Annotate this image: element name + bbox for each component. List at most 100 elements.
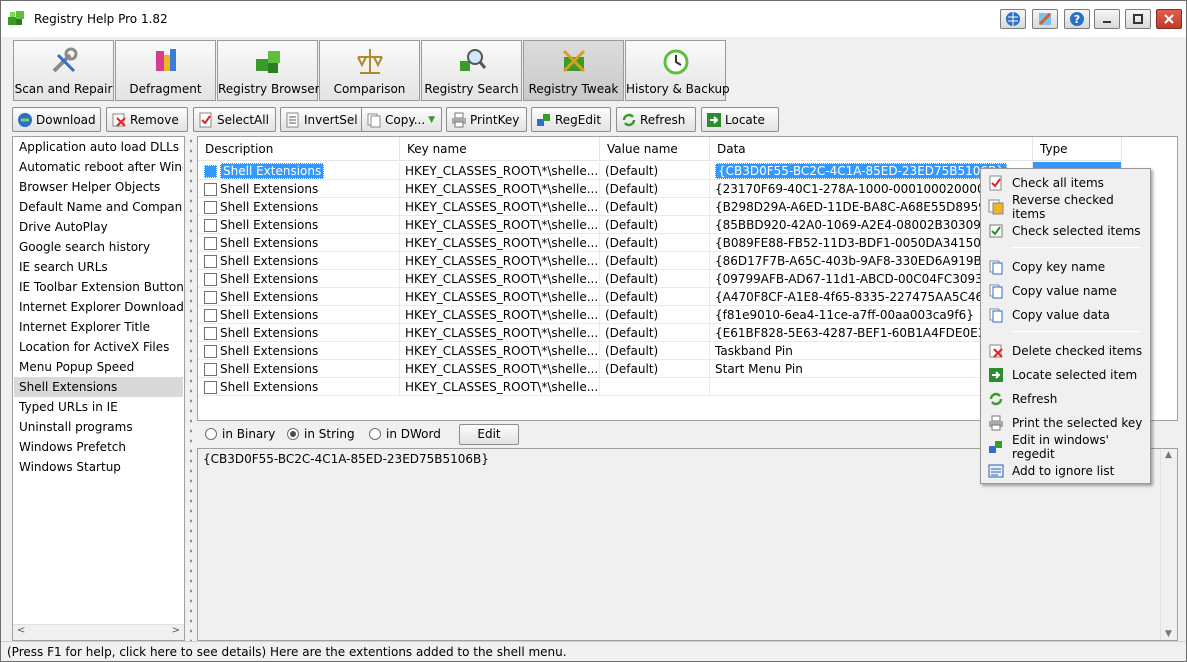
menu-item-locate-selected[interactable]: Locate selected item	[983, 364, 1148, 386]
menu-item-reverse-checked[interactable]: Reverse checked items	[983, 193, 1148, 221]
help-button[interactable]: ?	[1064, 9, 1090, 29]
list-item[interactable]: Automatic reboot after Windo	[14, 157, 183, 177]
list-item[interactable]: IE search URLs	[14, 257, 183, 277]
vertical-scrollbar[interactable]: ▲ ▼	[1160, 449, 1177, 640]
row-checkbox[interactable]	[204, 183, 217, 196]
radio-binary[interactable]: in Binary	[205, 427, 275, 441]
list-item[interactable]: Windows Startup	[14, 457, 183, 477]
column-header-type[interactable]: Type	[1033, 137, 1122, 161]
list-item[interactable]: Uninstall programs	[14, 417, 183, 437]
menu-item-copy-value-name[interactable]: Copy value name	[983, 280, 1148, 302]
splitter[interactable]	[188, 136, 194, 641]
status-bar[interactable]: (Press F1 for help, click here to see de…	[1, 641, 1186, 662]
cell-key: HKEY_CLASSES_ROOT\*\shelle...	[405, 236, 599, 250]
context-menu: Check all items Reverse checked items Ch…	[980, 168, 1151, 484]
row-checkbox[interactable]	[204, 327, 217, 340]
list-item[interactable]: Menu Popup Speed	[14, 357, 183, 377]
menu-item-print-key[interactable]: Print the selected key	[983, 412, 1148, 434]
tweak-category-list[interactable]: Application auto load DLLs Automatic reb…	[12, 136, 185, 641]
menu-item-label: Print the selected key	[1012, 416, 1143, 430]
row-checkbox[interactable]	[204, 363, 217, 376]
scroll-right-icon[interactable]: >	[172, 625, 180, 636]
menu-item-delete-checked[interactable]: Delete checked items	[983, 340, 1148, 362]
column-header-value-name[interactable]: Value name	[600, 137, 710, 161]
refresh-icon	[621, 112, 637, 128]
close-icon	[1164, 14, 1174, 24]
list-item[interactable]: Google search history	[14, 237, 183, 257]
list-item[interactable]: Application auto load DLLs	[14, 137, 183, 157]
close-button[interactable]	[1156, 9, 1182, 29]
scroll-down-icon[interactable]: ▼	[1165, 629, 1172, 639]
menu-item-check-all[interactable]: Check all items	[983, 172, 1148, 194]
print-key-button[interactable]: PrintKey	[446, 107, 527, 132]
regedit-button[interactable]: RegEdit	[531, 107, 611, 132]
scroll-left-icon[interactable]: <	[17, 625, 25, 636]
registry-cubes-icon	[252, 45, 284, 77]
row-checkbox[interactable]	[204, 255, 217, 268]
list-item[interactable]: IE Toolbar Extension Button	[14, 277, 183, 297]
cell-key-container: HKEY_CLASSES_ROOT\*\shelle...	[400, 180, 600, 198]
list-item[interactable]: Internet Explorer Title	[14, 317, 183, 337]
list-item[interactable]: Drive AutoPlay	[14, 217, 183, 237]
menu-item-add-to-ignore-list[interactable]: Add to ignore list	[983, 460, 1148, 482]
select-all-button[interactable]: SelectAll	[193, 107, 276, 132]
tab-history-backup[interactable]: History & Backup	[625, 40, 730, 101]
invert-selection-button[interactable]: InvertSel	[280, 107, 366, 132]
row-checkbox[interactable]	[204, 165, 217, 178]
menu-item-copy-key-name[interactable]: Copy key name	[983, 256, 1148, 278]
column-header-data[interactable]: Data	[710, 137, 1033, 161]
row-checkbox[interactable]	[204, 345, 217, 358]
update-button[interactable]	[1000, 9, 1026, 29]
tab-comparison[interactable]: Comparison	[319, 40, 420, 101]
skin-button[interactable]	[1032, 9, 1058, 29]
tab-defragment[interactable]: Defragment	[115, 40, 216, 101]
horizontal-scrollbar[interactable]: < >	[13, 624, 184, 640]
maximize-button[interactable]	[1125, 9, 1151, 29]
locate-button[interactable]: Locate	[701, 107, 779, 132]
row-checkbox[interactable]	[204, 381, 217, 394]
globe-icon	[1006, 12, 1020, 26]
download-button[interactable]: Download	[12, 107, 101, 132]
list-item-selected[interactable]: Shell Extensions	[14, 377, 183, 397]
cell-value: (Default)	[605, 182, 659, 196]
menu-item-check-selected[interactable]: Check selected items	[983, 220, 1148, 242]
edit-button[interactable]: Edit	[459, 424, 519, 445]
copy-dropdown-button[interactable]: Copy... ▼	[361, 107, 442, 132]
column-header-description[interactable]: Description	[198, 137, 400, 161]
list-item[interactable]: Browser Helper Objects	[14, 177, 183, 197]
minimize-button[interactable]	[1094, 9, 1120, 29]
radio-string[interactable]: in String	[287, 427, 355, 441]
refresh-button[interactable]: Refresh	[616, 107, 696, 132]
cell-value-container: (Default)	[600, 216, 710, 234]
cell-key-container: HKEY_CLASSES_ROOT\*\shelle...	[400, 162, 600, 180]
row-checkbox[interactable]	[204, 237, 217, 250]
radio-dword[interactable]: in DWord	[369, 427, 441, 441]
row-checkbox[interactable]	[204, 201, 217, 214]
tab-scan-and-repair[interactable]: Scan and Repair	[13, 40, 114, 101]
remove-button[interactable]: Remove	[106, 107, 188, 132]
row-checkbox[interactable]	[204, 219, 217, 232]
row-checkbox[interactable]	[204, 291, 217, 304]
menu-item-refresh[interactable]: Refresh	[983, 388, 1148, 410]
list-item[interactable]: Default Name and Company In	[14, 197, 183, 217]
column-header-key-name[interactable]: Key name	[400, 137, 600, 161]
magnifier-cubes-icon	[456, 45, 488, 77]
menu-item-label: Refresh	[1012, 392, 1058, 406]
menu-item-copy-value-data[interactable]: Copy value data	[983, 304, 1148, 326]
list-item[interactable]: Windows Prefetch	[14, 437, 183, 457]
tab-registry-tweak[interactable]: Registry Tweak	[523, 40, 624, 101]
list-item[interactable]: Location for ActiveX Files	[14, 337, 183, 357]
list-item[interactable]: Typed URLs in IE	[14, 397, 183, 417]
tab-registry-search[interactable]: Registry Search	[421, 40, 522, 101]
menu-item-edit-in-regedit[interactable]: Edit in windows' regedit	[983, 433, 1148, 461]
row-checkbox[interactable]	[204, 309, 217, 322]
palette-icon	[1038, 12, 1052, 26]
copy-icon	[988, 259, 1004, 275]
cell-key: HKEY_CLASSES_ROOT\*\shelle...	[405, 182, 599, 196]
list-item[interactable]: Internet Explorer Download N	[14, 297, 183, 317]
scroll-up-icon[interactable]: ▲	[1165, 450, 1172, 460]
row-checkbox[interactable]	[204, 273, 217, 286]
cell-description: Shell Extensions	[220, 344, 319, 358]
window-title: Registry Help Pro 1.82	[34, 12, 168, 26]
tab-registry-browser[interactable]: Registry Browser	[217, 40, 320, 101]
